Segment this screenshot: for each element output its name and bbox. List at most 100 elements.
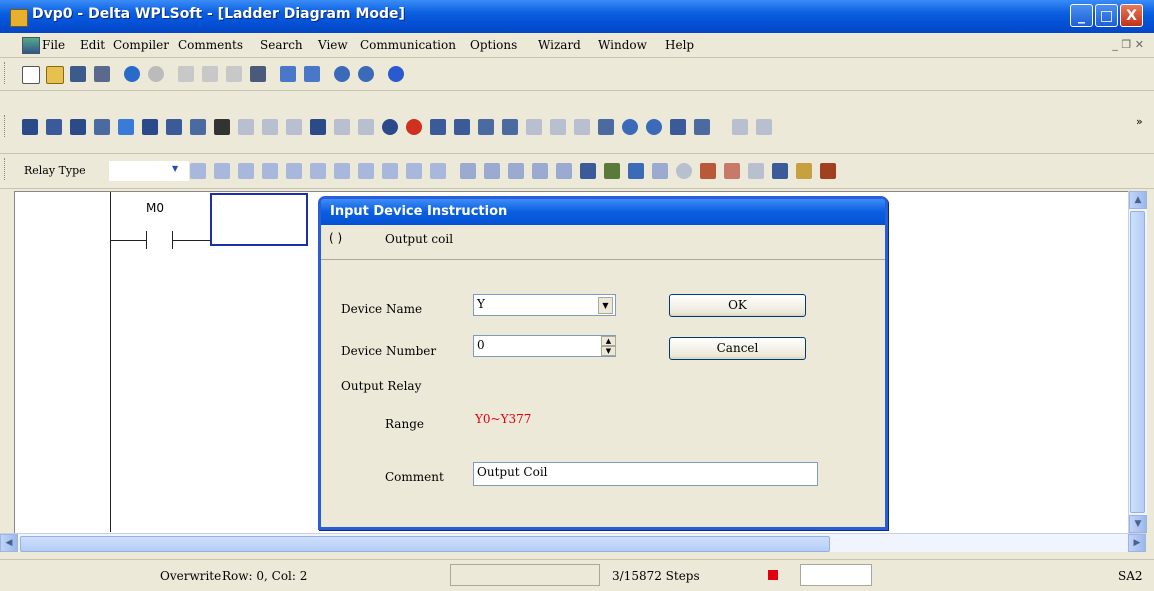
ladder-mode-icon[interactable] — [22, 119, 38, 135]
online-icon[interactable] — [430, 119, 446, 135]
undo-icon[interactable] — [280, 66, 296, 82]
edit-cursor[interactable] — [210, 193, 308, 246]
cancel-button[interactable]: Cancel — [669, 337, 806, 360]
device-icon[interactable] — [748, 163, 764, 179]
scroll-up-icon[interactable]: ▲ — [1129, 191, 1147, 209]
device-number-input[interactable]: 0 — [473, 335, 616, 357]
scroll-down-icon[interactable]: ▼ — [1129, 515, 1147, 533]
table-icon[interactable] — [166, 119, 182, 135]
toolbar-grip[interactable] — [4, 115, 8, 137]
goto-icon[interactable] — [574, 119, 590, 135]
help-icon[interactable] — [388, 66, 404, 82]
toolbar-grip[interactable] — [4, 62, 8, 84]
stop-icon[interactable] — [148, 66, 164, 82]
vertical-scrollbar[interactable]: ▲ ▼ — [1128, 191, 1147, 533]
settings-icon[interactable] — [502, 119, 518, 135]
contact-f3-icon[interactable] — [238, 163, 254, 179]
title-bar[interactable]: Dvp0 - Delta WPLSoft - [Ladder Diagram M… — [0, 0, 1154, 33]
spin-down-icon[interactable]: ▼ — [601, 346, 616, 356]
horizontal-f11-icon[interactable] — [406, 163, 422, 179]
redo-icon[interactable] — [304, 66, 320, 82]
chevron-down-icon[interactable]: ▼ — [598, 297, 613, 314]
edit-mode-icon[interactable] — [118, 119, 134, 135]
device-name-select[interactable]: Y — [473, 294, 616, 316]
menu-options[interactable]: Options — [470, 38, 517, 52]
vertical-scroll-thumb[interactable] — [1130, 211, 1145, 513]
book-icon[interactable] — [772, 163, 788, 179]
io-icon[interactable] — [796, 163, 812, 179]
magnify-2-icon[interactable] — [646, 119, 662, 135]
hardware-icon[interactable] — [694, 119, 710, 135]
contact-f2-icon[interactable] — [214, 163, 230, 179]
menu-wizard[interactable]: Wizard — [538, 38, 581, 52]
toolbar-grip[interactable] — [4, 158, 8, 180]
scroll-left-icon[interactable]: ◀ — [0, 534, 18, 552]
menu-search[interactable]: Search — [260, 38, 303, 52]
wizard-2-icon[interactable] — [756, 119, 772, 135]
contact-f4-icon[interactable] — [262, 163, 278, 179]
horizontal-scrollbar[interactable]: ◀ ▶ — [0, 533, 1146, 552]
zoom-out-icon[interactable] — [358, 66, 374, 82]
copy-icon[interactable] — [202, 66, 218, 82]
scroll-right-icon[interactable]: ▶ — [1128, 534, 1146, 552]
pen-icon[interactable] — [214, 119, 230, 135]
paste-icon[interactable] — [226, 66, 242, 82]
coil-f7-icon[interactable] — [334, 163, 350, 179]
table-grid-icon[interactable] — [700, 163, 716, 179]
horizontal-scroll-thumb[interactable] — [20, 536, 830, 552]
menu-edit[interactable]: Edit — [80, 38, 105, 52]
offline-icon[interactable] — [454, 119, 470, 135]
cut-icon[interactable] — [178, 66, 194, 82]
menu-compiler[interactable]: Compiler — [113, 38, 169, 52]
menu-comments[interactable]: Comments — [178, 38, 243, 52]
app-icon[interactable] — [10, 9, 28, 27]
contact-f6-icon[interactable] — [310, 163, 326, 179]
menu-window[interactable]: Window — [598, 38, 647, 52]
run-icon[interactable] — [124, 66, 140, 82]
mail-icon[interactable] — [724, 163, 740, 179]
menu-help[interactable]: Help — [665, 38, 694, 52]
block-icon[interactable] — [604, 163, 620, 179]
contact-f1-icon[interactable] — [190, 163, 206, 179]
mdi-window-controls[interactable]: _ ❐ ✕ — [1112, 38, 1144, 51]
transfer-icon[interactable] — [478, 119, 494, 135]
monitor-icon[interactable] — [238, 119, 254, 135]
instruction-mode-icon[interactable] — [46, 119, 62, 135]
dialog-title-bar[interactable]: Input Device Instruction — [321, 199, 885, 225]
find-icon[interactable] — [526, 119, 542, 135]
edit-icon[interactable] — [250, 66, 266, 82]
device-monitor-icon[interactable] — [286, 119, 302, 135]
sfc-step-icon[interactable] — [460, 163, 476, 179]
wizard-icon[interactable] — [732, 119, 748, 135]
spin-up-icon[interactable]: ▲ — [601, 336, 616, 346]
contact-f5-icon[interactable] — [286, 163, 302, 179]
plc-run-icon[interactable] — [382, 119, 398, 135]
magnify-icon[interactable] — [622, 119, 638, 135]
sfc-branch-icon[interactable] — [556, 163, 572, 179]
register-icon[interactable] — [310, 119, 326, 135]
save-icon[interactable] — [70, 66, 86, 82]
menu-view[interactable]: View — [318, 38, 348, 52]
open-folder-icon[interactable] — [46, 66, 64, 84]
document-icon[interactable] — [22, 37, 40, 54]
network-icon[interactable] — [670, 119, 686, 135]
sfc-mode-icon[interactable] — [70, 119, 86, 135]
diamond-icon[interactable] — [676, 163, 692, 179]
pid-icon[interactable] — [580, 163, 596, 179]
step-icon[interactable] — [652, 163, 668, 179]
compile-icon[interactable] — [142, 119, 158, 135]
sfc-transition-icon[interactable] — [532, 163, 548, 179]
maximize-button[interactable]: □ — [1095, 4, 1118, 27]
vertical-f9-icon[interactable] — [382, 163, 398, 179]
menu-communication[interactable]: Communication — [360, 38, 456, 52]
sfc-init-icon[interactable] — [484, 163, 500, 179]
new-file-icon[interactable] — [22, 66, 40, 84]
comment-mode-icon[interactable] — [94, 119, 110, 135]
close-button[interactable]: X — [1120, 4, 1143, 27]
toolbar-overflow-icon[interactable]: » — [1136, 115, 1143, 128]
function-f8-icon[interactable] — [358, 163, 374, 179]
bookmark-icon[interactable] — [598, 119, 614, 135]
chevron-down-icon[interactable]: ▼ — [172, 164, 178, 173]
sfc-jump-icon[interactable] — [508, 163, 524, 179]
contact-left-bar[interactable] — [146, 231, 147, 249]
